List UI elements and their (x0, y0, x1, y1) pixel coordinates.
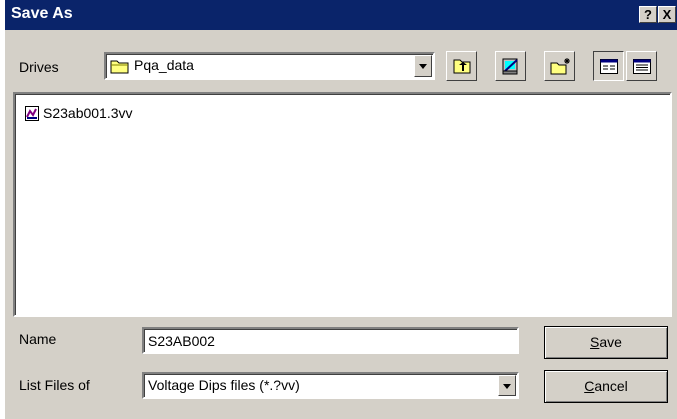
drives-selected-value: Pqa_data (134, 57, 194, 73)
file-name: S23ab001.3vv (43, 105, 133, 121)
dialog-title: Save As (11, 5, 73, 22)
file-list[interactable]: S23ab001.3vv (13, 92, 672, 317)
details-view-button[interactable] (626, 51, 657, 81)
save-button[interactable]: Save (544, 326, 668, 359)
name-label: Name (19, 331, 57, 347)
list-view-icon (600, 59, 618, 74)
drives-dropdown-arrow-icon[interactable] (414, 55, 432, 77)
drives-label: Drives (19, 59, 59, 75)
close-button[interactable]: X (658, 6, 676, 23)
drives-select[interactable]: Pqa_data (104, 52, 435, 80)
details-view-icon (633, 59, 651, 74)
name-input-value: S23AB002 (148, 333, 215, 349)
save-as-dialog: Save As ? X Drives Pqa_data S23ab001.3vv… (4, 0, 677, 419)
network-button[interactable] (495, 51, 526, 81)
create-new-folder-button[interactable] (544, 51, 575, 81)
file-type-selected-value: Voltage Dips files (*.?vv) (148, 377, 300, 393)
new-folder-icon (550, 58, 570, 75)
network-icon (502, 58, 518, 75)
name-input[interactable]: S23AB002 (142, 327, 519, 354)
folder-icon (110, 60, 129, 74)
up-one-level-button[interactable] (446, 51, 477, 81)
title-bar[interactable]: Save As ? X (5, 0, 677, 30)
help-button[interactable]: ? (639, 6, 657, 23)
file-type-dropdown-arrow-icon[interactable] (498, 375, 516, 396)
cancel-button[interactable]: Cancel (544, 370, 668, 403)
list-files-label: List Files of (19, 377, 90, 393)
file-type-select[interactable]: Voltage Dips files (*.?vv) (142, 372, 519, 399)
list-view-button[interactable] (593, 51, 624, 81)
up-folder-icon (453, 59, 471, 74)
file-icon (25, 106, 39, 121)
